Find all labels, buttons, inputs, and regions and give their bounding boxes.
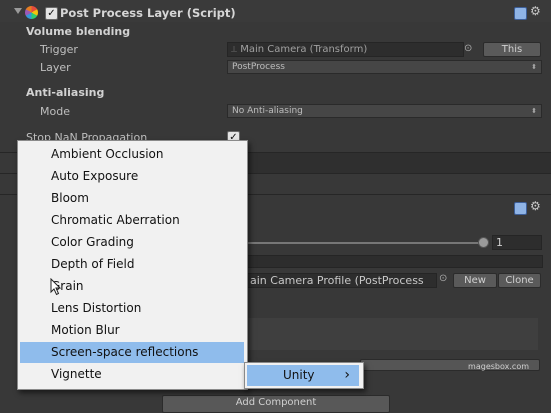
foldout-arrow-icon[interactable]	[14, 8, 22, 14]
overrides-area	[246, 318, 538, 350]
menu-item-ambient-occlusion[interactable]: Ambient Occlusion	[20, 144, 244, 165]
menu-item-depth-of-field[interactable]: Depth of Field	[20, 254, 244, 275]
submenu-label: Unity	[283, 368, 315, 382]
unity-submenu: Unity ›	[244, 362, 364, 389]
watermark: magesbox.com	[360, 359, 540, 371]
clone-profile-button[interactable]: Clone	[498, 273, 541, 288]
collapsed-row	[246, 153, 551, 173]
dropdown-arrow-icon: ⬍	[531, 63, 537, 71]
menu-item-screen-space-reflections[interactable]: Screen-space reflections	[20, 342, 244, 363]
anti-aliasing-header: Anti-aliasing	[26, 86, 105, 99]
weight-slider-track[interactable]	[246, 242, 482, 244]
trigger-label: Trigger	[40, 43, 78, 56]
component-title: Post Process Layer (Script)	[60, 6, 236, 20]
post-process-layer-icon	[25, 6, 38, 19]
new-profile-button[interactable]: New	[453, 273, 497, 288]
component-enabled-checkbox[interactable]: ✓	[45, 7, 58, 20]
add-component-button[interactable]: Add Component	[162, 395, 390, 413]
mode-value: No Anti-aliasing	[232, 106, 303, 116]
layer-dropdown[interactable]: PostProcess ⬍	[227, 60, 542, 74]
transform-icon: ⟂	[231, 45, 238, 55]
object-picker-icon[interactable]: ⊙	[464, 43, 472, 54]
volume-blending-header: Volume blending	[26, 25, 131, 38]
weight-slider-knob[interactable]	[478, 237, 489, 248]
gear-icon[interactable]: ⚙	[530, 5, 541, 17]
profile-field[interactable]: ain Camera Profile (PostProcess	[246, 273, 437, 288]
menu-item-motion-blur[interactable]: Motion Blur	[20, 320, 244, 341]
help-icon[interactable]	[514, 202, 527, 215]
help-icon[interactable]	[514, 7, 527, 20]
this-button[interactable]: This	[483, 42, 541, 57]
mouse-cursor-icon	[50, 278, 62, 296]
object-picker-icon[interactable]: ⊙	[439, 273, 447, 284]
layer-value: PostProcess	[232, 62, 285, 72]
blank-field[interactable]	[246, 255, 543, 268]
gear-icon[interactable]: ⚙	[530, 200, 541, 212]
menu-item-auto-exposure[interactable]: Auto Exposure	[20, 166, 244, 187]
mode-dropdown[interactable]: No Anti-aliasing ⬍	[227, 104, 542, 118]
menu-item-chromatic-aberration[interactable]: Chromatic Aberration	[20, 210, 244, 231]
menu-item-color-grading[interactable]: Color Grading	[20, 232, 244, 253]
submenu-item-unity[interactable]: Unity ›	[247, 365, 359, 386]
trigger-object-field[interactable]: ⟂ Main Camera (Transform)	[227, 42, 464, 57]
menu-item-bloom[interactable]: Bloom	[20, 188, 244, 209]
effect-menu: Ambient Occlusion Auto Exposure Bloom Chrom…	[17, 140, 248, 390]
chevron-right-icon: ›	[344, 367, 350, 383]
menu-item-lens-distortion[interactable]: Lens Distortion	[20, 298, 244, 319]
trigger-value: Main Camera (Transform)	[240, 44, 368, 55]
weight-field[interactable]: 1	[492, 235, 542, 250]
layer-label: Layer	[40, 61, 71, 74]
dropdown-arrow-icon: ⬍	[531, 107, 537, 115]
mode-label: Mode	[40, 105, 70, 118]
menu-item-vignette[interactable]: Vignette	[20, 364, 244, 385]
